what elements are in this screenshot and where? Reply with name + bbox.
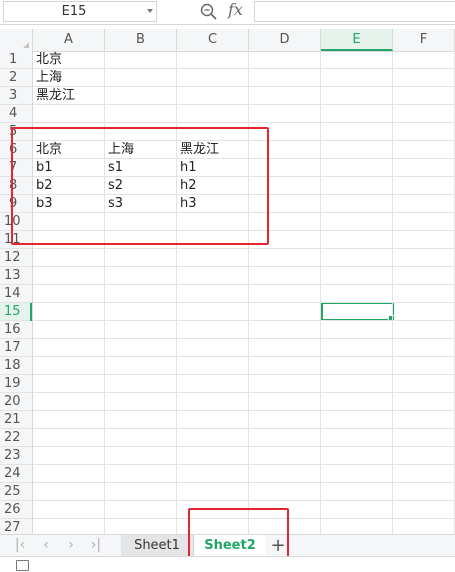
row-header-column: 1 2 3 4 5 6 7 8 9 10 11 12 13 14 15 16 17 18 19 20 21 22 23 24 2… [0,51,33,537]
zoom-icon[interactable] [199,2,219,22]
grid-row-line [33,122,455,123]
spreadsheet-grid[interactable]: 北京 上海 黑龙江 北京 上海 黑龙江 b1 s1 h1 b2 s2 h2 b3 s3 h3 [33,51,455,534]
row-header-12[interactable]: 12 [0,249,32,267]
grid-column-line [104,51,105,534]
select-all-corner[interactable] [0,29,33,51]
sheet-tab-sheet1[interactable]: Sheet1 [121,535,194,557]
row-header-2[interactable]: 2 [0,69,32,87]
row-header-17[interactable]: 17 [0,339,32,357]
grid-row-line [33,464,455,465]
grid-row-line [33,410,455,411]
grid-column-line [392,51,393,534]
grid-row-line [33,446,455,447]
grid-row-line [33,302,455,303]
row-header-4[interactable]: 4 [0,105,32,123]
grid-row-line [33,482,455,483]
row-header-20[interactable]: 20 [0,393,32,411]
row-header-21[interactable]: 21 [0,411,32,429]
grid-row-line [33,248,455,249]
name-box-dropdown-icon[interactable] [147,9,153,13]
status-bar [0,556,455,572]
grid-row-line [33,284,455,285]
cell-a3[interactable]: 黑龙江 [33,87,104,105]
cell-a2[interactable]: 上海 [33,69,104,87]
next-sheet-icon[interactable]: › [63,537,79,553]
row-header-22[interactable]: 22 [0,429,32,447]
grid-row-line [33,356,455,357]
column-header-d[interactable]: D [249,29,321,51]
cell-a1[interactable]: 北京 [33,51,104,69]
name-box-value: E15 [61,4,87,19]
formula-bar: E15 fx [0,0,455,25]
column-header-a[interactable]: A [33,29,105,51]
column-header-e[interactable]: E [321,29,393,51]
row-header-18[interactable]: 18 [0,357,32,375]
row-header-13[interactable]: 13 [0,267,32,285]
column-header-c[interactable]: C [177,29,249,51]
row-header-1[interactable]: 1 [0,51,32,69]
function-icon[interactable]: fx [228,0,243,19]
row-header-14[interactable]: 14 [0,285,32,303]
row-header-15[interactable]: 15 [0,303,32,321]
row-header-24[interactable]: 24 [0,465,32,483]
page-view-icon[interactable] [16,560,29,571]
grid-row-line [33,374,455,375]
select-all-triangle-icon [23,42,29,48]
row-header-19[interactable]: 19 [0,375,32,393]
previous-sheet-icon[interactable]: ‹ [38,537,54,553]
column-header-b[interactable]: B [105,29,177,51]
column-header-row: ABCDEF [0,29,455,52]
grid-row-line [33,320,455,321]
grid-row-line [33,500,455,501]
grid-row-line [33,392,455,393]
row-header-16[interactable]: 16 [0,321,32,339]
row-header-23[interactable]: 23 [0,447,32,465]
row-header-25[interactable]: 25 [0,483,32,501]
row-header-26[interactable]: 26 [0,501,32,519]
formula-input[interactable] [254,1,455,22]
row-header-3[interactable]: 3 [0,87,32,105]
annotation-box-data-range [11,127,269,245]
grid-row-line [33,338,455,339]
active-cell-selection[interactable] [321,302,395,322]
grid-column-line [320,51,321,534]
last-sheet-icon[interactable]: ›| [88,537,104,553]
grid-row-line [33,428,455,429]
name-box[interactable]: E15 [3,1,157,22]
grid-column-line [248,51,249,534]
first-sheet-icon[interactable]: |‹ [12,537,28,553]
grid-row-line [33,266,455,267]
column-header-f[interactable]: F [393,29,455,51]
grid-column-line [176,51,177,534]
